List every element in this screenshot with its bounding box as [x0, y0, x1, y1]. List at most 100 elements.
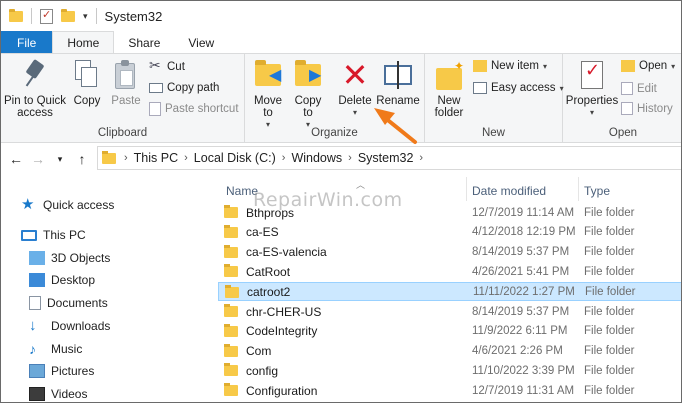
chevron-right-icon[interactable]: ›	[124, 152, 128, 164]
easy-access-button[interactable]: Easy access ▾	[473, 82, 564, 94]
tab-home[interactable]: Home	[52, 31, 115, 54]
nav-item-videos[interactable]: Videos	[29, 383, 87, 402]
copy-to-button[interactable]: ▶ Copy to ▾	[291, 58, 325, 131]
row-date: 4/12/2018 12:19 PM	[472, 226, 576, 239]
paste-shortcut-label: Paste shortcut	[165, 103, 239, 115]
rename-button[interactable]: Rename	[375, 58, 421, 107]
breadcrumb-local-disk[interactable]: Local Disk (C:)	[194, 151, 276, 165]
breadcrumb-this-pc[interactable]: This PC	[134, 151, 178, 165]
folder-icon	[224, 343, 238, 357]
breadcrumb-windows[interactable]: Windows	[291, 151, 342, 165]
row-type: File folder	[584, 206, 635, 219]
chevron-right-icon[interactable]: ›	[419, 152, 423, 164]
video-icon	[29, 387, 45, 401]
column-header-type[interactable]: Type	[584, 181, 610, 201]
table-row[interactable]: ca-ES 4/12/2018 12:19 PM File folder	[218, 223, 681, 242]
column-divider[interactable]	[466, 177, 467, 201]
back-arrow-icon[interactable]: ←	[5, 151, 27, 167]
row-name: Com	[246, 344, 272, 359]
address-bar[interactable]: › This PC › Local Disk (C:) › Windows › …	[97, 146, 681, 170]
nav-item-pictures[interactable]: Pictures	[29, 360, 94, 382]
column-header-date[interactable]: Date modified	[472, 181, 546, 201]
column-date-label: Date modified	[472, 184, 547, 198]
pin-to-quick-access-button[interactable]: Pin to Quick access	[3, 58, 67, 119]
row-date: 4/6/2021 2:26 PM	[472, 345, 563, 358]
recent-locations-chevron-icon[interactable]: ▾	[49, 154, 71, 165]
up-arrow-icon[interactable]: ↑	[71, 151, 93, 167]
nav-item-3d-objects[interactable]: 3D Objects	[29, 247, 110, 269]
navigation-pane: ★ Quick access This PC 3D Objects Deskto…	[1, 177, 209, 402]
chevron-right-icon[interactable]: ›	[184, 152, 188, 164]
new-item-icon	[473, 60, 487, 72]
row-date: 11/11/2022 1:27 PM	[473, 285, 575, 298]
table-row[interactable]: ca-ES-valencia 8/14/2019 5:37 PM File fold…	[218, 243, 681, 262]
pin-label: Pin to Quick access	[4, 95, 66, 119]
row-name: ca-ES-valencia	[246, 245, 327, 260]
new-folder-quick-icon[interactable]	[61, 8, 75, 22]
watermark: RepairWin.com	[253, 189, 403, 211]
new-group: ✦ New folder New item ▾ Easy access ▾ Ne…	[425, 54, 564, 143]
tab-share[interactable]: Share	[114, 31, 174, 54]
folder-icon	[224, 383, 238, 397]
nav-item-this-pc[interactable]: This PC	[21, 224, 86, 246]
chevron-right-icon[interactable]: ›	[348, 152, 352, 164]
cut-button[interactable]: Cut	[149, 57, 185, 74]
table-row[interactable]: catroot2 11/11/2022 1:27 PM File folder	[218, 282, 681, 302]
breadcrumb-system32[interactable]: System32	[358, 151, 414, 165]
table-row[interactable]: Com 4/6/2021 2:26 PM File folder	[218, 342, 681, 361]
new-group-label: New	[481, 127, 505, 139]
table-row[interactable]: config 11/10/2022 3:39 PM File folder	[218, 361, 681, 380]
nav-item-quick-access[interactable]: ★ Quick access	[21, 194, 114, 216]
open-button[interactable]: Open ▾	[621, 60, 675, 72]
music-icon: ♪	[29, 341, 36, 357]
chevron-down-icon: ▾	[589, 108, 594, 117]
properties-quick-icon[interactable]	[40, 8, 53, 24]
nav-item-documents[interactable]: Documents	[29, 292, 108, 314]
row-name: CatRoot	[246, 264, 291, 279]
tab-file[interactable]: File	[1, 31, 53, 54]
move-to-button[interactable]: ◀ Move to ▾	[251, 58, 285, 131]
new-item-button[interactable]: New item ▾	[473, 60, 547, 72]
paste-shortcut-button[interactable]: Paste shortcut	[149, 102, 239, 116]
copy-button[interactable]: Copy	[69, 58, 105, 107]
row-date: 4/26/2021 5:41 PM	[472, 265, 570, 278]
paste-icon	[115, 60, 137, 90]
navigation-bar: ← → ▾ ↑ › This PC › Local Disk (C:) › Wi…	[1, 143, 681, 175]
paste-shortcut-icon	[149, 102, 161, 116]
row-name: catroot2	[247, 284, 291, 299]
table-row[interactable]: CodeIntegrity 11/9/2022 6:11 PM File folde…	[218, 322, 681, 341]
copy-label: Copy	[73, 95, 101, 107]
nav-item-downloads[interactable]: ↓ Downloads	[29, 315, 110, 337]
copy-path-label: Copy path	[167, 82, 220, 94]
edit-button[interactable]: Edit	[621, 82, 657, 95]
history-label: History	[637, 102, 673, 115]
file-explorer-window: ▾ System32 File Home Share View Pin to Q…	[0, 0, 682, 403]
table-row[interactable]: CatRoot 4/26/2021 5:41 PM File folder	[218, 262, 681, 281]
delete-label: Delete	[338, 95, 372, 107]
download-icon: ↓	[29, 317, 37, 334]
copy-icon	[75, 60, 99, 90]
computer-icon	[21, 229, 37, 241]
paste-button[interactable]: Paste	[107, 58, 145, 107]
chevron-right-icon[interactable]: ›	[282, 152, 286, 164]
history-button[interactable]: History	[621, 102, 673, 115]
column-divider[interactable]	[578, 177, 579, 201]
open-label: Open	[639, 60, 668, 72]
table-row[interactable]: chr-CHER-US 8/14/2019 5:37 PM File folder	[218, 302, 681, 321]
nav-item-music[interactable]: ♪ Music	[29, 338, 82, 360]
row-type: File folder	[584, 364, 635, 377]
arrow-right-icon: ▶	[309, 67, 322, 84]
properties-button[interactable]: Properties ▾	[565, 58, 619, 119]
new-folder-button[interactable]: ✦ New folder	[429, 58, 469, 119]
delete-button[interactable]: ✕ Delete ▾	[337, 58, 373, 119]
customize-toolbar-dropdown-icon[interactable]: ▾	[83, 11, 88, 22]
separator	[31, 8, 32, 24]
tab-view[interactable]: View	[174, 31, 228, 54]
row-name: CodeIntegrity	[246, 324, 318, 339]
nav-item-desktop[interactable]: Desktop	[29, 269, 95, 291]
forward-arrow-icon[interactable]: →	[27, 151, 49, 167]
folder-icon	[224, 323, 238, 337]
table-row[interactable]: Configuration 12/7/2019 11:31 AM File fold…	[218, 381, 681, 400]
nav-label: Music	[51, 342, 83, 356]
copy-path-button[interactable]: Copy path	[149, 82, 219, 94]
